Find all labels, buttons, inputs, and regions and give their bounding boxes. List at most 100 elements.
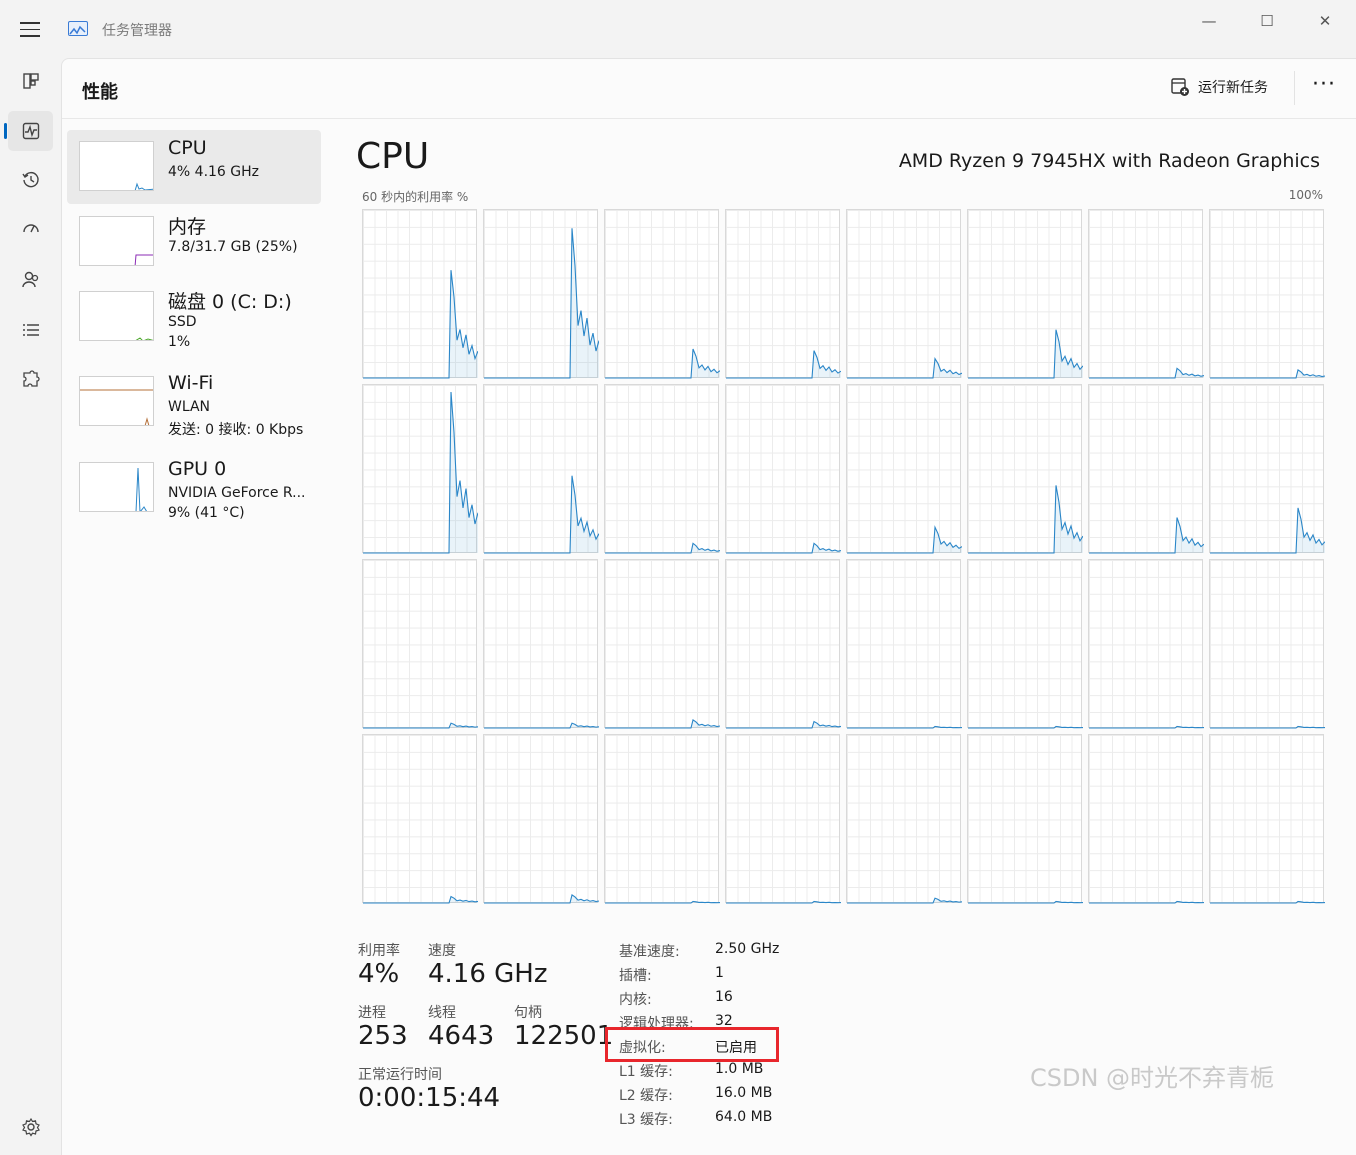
nav-details[interactable] xyxy=(8,310,53,350)
resource-name: 磁盘 0 (C: D:) xyxy=(168,291,292,313)
utilization-line xyxy=(1210,900,1325,904)
logical-processor-graph xyxy=(483,734,599,904)
logical-processor-graph xyxy=(967,559,1083,729)
utilization-area xyxy=(847,358,962,378)
resource-disk[interactable]: 磁盘 0 (C: D:) SSD 1% xyxy=(67,280,321,354)
resource-name: CPU xyxy=(168,137,207,159)
nav-performance[interactable] xyxy=(4,111,53,151)
utilization-area xyxy=(1089,368,1204,378)
title-bar: 任务管理器 — ☐ ✕ xyxy=(0,0,1356,58)
resource-detail: 4% 4.16 GHz xyxy=(168,164,260,180)
nav-app-history[interactable] xyxy=(8,160,53,200)
cpu-title: CPU xyxy=(356,136,430,177)
utilization-area xyxy=(363,270,478,378)
utilization-line xyxy=(1089,900,1204,904)
app-title: 任务管理器 xyxy=(102,23,172,39)
logical-processor-graph xyxy=(846,559,962,729)
logical-processor-grid[interactable] xyxy=(362,209,1325,904)
processes-value: 253 xyxy=(358,1021,408,1051)
processes-icon xyxy=(22,73,39,89)
services-puzzle-icon xyxy=(22,370,40,387)
nav-processes[interactable] xyxy=(8,61,53,101)
page-header: 性能 运行新任务 ··· xyxy=(62,59,1356,119)
resource-detail: NVIDIA GeForce R... xyxy=(168,485,306,501)
main-panel: 性能 运行新任务 ··· CPU 4% 4.16 GHz 内存 7.8/31.7… xyxy=(61,58,1356,1155)
page-title: 性能 xyxy=(82,82,118,103)
logical-processor-graph xyxy=(483,209,599,379)
utilization-area xyxy=(605,543,720,553)
logical-processor-graph xyxy=(1209,209,1325,379)
gpu-thumbnail-graph xyxy=(79,462,154,512)
detail-value: 16.0 MB xyxy=(715,1085,773,1101)
graph-axis-max: 100% xyxy=(1288,188,1323,202)
nav-services[interactable] xyxy=(8,360,53,400)
resource-cpu[interactable]: CPU 4% 4.16 GHz xyxy=(67,130,321,204)
logical-processor-graph xyxy=(1088,209,1204,379)
resource-detail: SSD xyxy=(168,314,197,330)
utilization-line xyxy=(968,900,1083,904)
threads-value: 4643 xyxy=(428,1021,495,1051)
logical-processor-graph xyxy=(604,384,720,554)
utilization-area xyxy=(605,349,720,378)
utilization-area xyxy=(484,228,599,378)
logical-processor-graph xyxy=(483,384,599,554)
utilization-area xyxy=(968,329,1083,378)
run-task-label: 运行新任务 xyxy=(1198,80,1268,96)
logical-processor-graph xyxy=(725,209,841,379)
resource-detail: 9% (41 °C) xyxy=(168,505,245,521)
logical-processor-graph xyxy=(725,384,841,554)
utilization-area xyxy=(1210,369,1325,378)
users-icon xyxy=(21,271,38,288)
watermark: CSDN @时光不弃青栀 xyxy=(1030,1064,1275,1092)
logical-processor-graph xyxy=(1088,384,1204,554)
nav-users[interactable] xyxy=(8,260,53,300)
resource-detail: 1% xyxy=(168,334,191,350)
utilization-area xyxy=(726,721,841,728)
logical-processor-graph xyxy=(846,734,962,904)
maximize-button[interactable]: ☐ xyxy=(1244,8,1290,34)
logical-processor-graph xyxy=(362,559,478,729)
minimize-button[interactable]: — xyxy=(1186,8,1232,34)
utilization-line xyxy=(968,725,1083,729)
virtualization-highlight-box xyxy=(605,1027,779,1062)
logical-processor-graph xyxy=(1209,559,1325,729)
close-button[interactable]: ✕ xyxy=(1302,8,1348,34)
left-nav xyxy=(0,58,61,1155)
logical-processor-graph xyxy=(1209,384,1325,554)
detail-value: 2.50 GHz xyxy=(715,941,780,957)
disk-thumbnail-graph xyxy=(79,291,154,341)
detail-label: L3 缓存: xyxy=(619,1112,673,1128)
logical-processor-graph xyxy=(604,209,720,379)
resource-name: Wi-Fi xyxy=(168,372,214,394)
logical-processor-graph xyxy=(483,559,599,729)
logical-processor-graph xyxy=(604,734,720,904)
hamburger-menu-icon[interactable] xyxy=(20,22,40,38)
resource-memory[interactable]: 内存 7.8/31.7 GB (25%) xyxy=(67,205,321,279)
more-options-button[interactable]: ··· xyxy=(1312,72,1336,97)
logical-processor-graph xyxy=(1088,734,1204,904)
logical-processor-graph xyxy=(725,734,841,904)
utilization-value: 4% xyxy=(358,959,400,989)
settings-gear-icon xyxy=(21,1117,40,1137)
resource-wifi[interactable]: Wi-Fi WLAN 发送: 0 接收: 0 Kbps xyxy=(67,365,321,439)
performance-icon xyxy=(22,122,39,140)
cpu-thumbnail-graph xyxy=(79,141,154,191)
nav-startup-apps[interactable] xyxy=(8,210,53,250)
history-icon xyxy=(21,171,39,188)
logical-processor-graph xyxy=(967,384,1083,554)
logical-processor-graph xyxy=(967,209,1083,379)
detail-label: L2 缓存: xyxy=(619,1088,673,1104)
detail-value: 1.0 MB xyxy=(715,1061,764,1077)
handles-label: 句柄 xyxy=(514,1005,542,1021)
utilization-area xyxy=(726,543,841,553)
resource-gpu[interactable]: GPU 0 NVIDIA GeForce R... 9% (41 °C) xyxy=(67,451,321,525)
utilization-area xyxy=(1210,507,1325,553)
utilization-area xyxy=(726,350,841,378)
utilization-line xyxy=(847,725,962,729)
detail-label: L1 缓存: xyxy=(619,1064,673,1080)
logical-processor-graph xyxy=(362,209,478,379)
nav-settings[interactable] xyxy=(8,1107,53,1147)
run-new-task-button[interactable]: 运行新任务 xyxy=(1170,77,1268,97)
detail-value: 1 xyxy=(715,965,724,981)
utilization-area xyxy=(847,527,962,553)
